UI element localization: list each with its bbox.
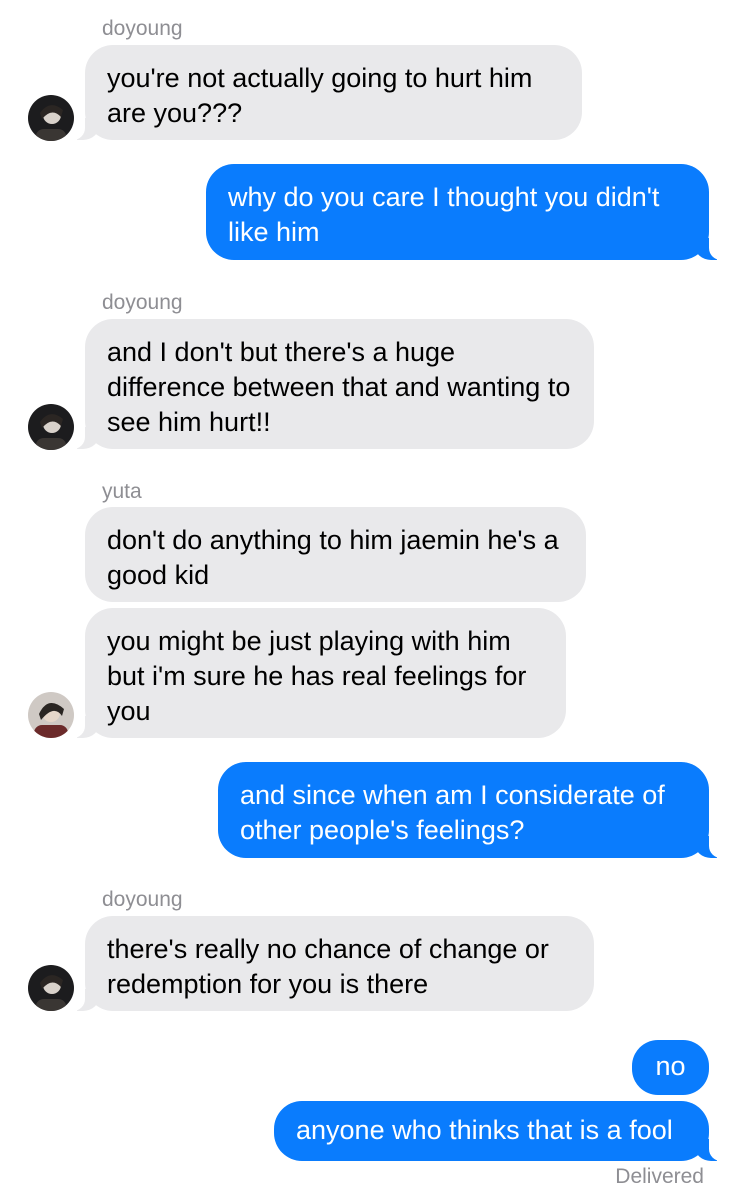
- message-bubble-incoming[interactable]: you're not actually going to hurt him ar…: [67, 45, 582, 140]
- message-bubble-incoming[interactable]: you might be just playing with him but i…: [67, 608, 566, 738]
- message-bubble-outgoing[interactable]: anyone who thinks that is a fool: [274, 1101, 727, 1161]
- message-text: anyone who thinks that is a fool: [296, 1115, 673, 1145]
- message-text: don't do anything to him jaemin he's a g…: [107, 525, 559, 590]
- message-text: no: [655, 1051, 686, 1081]
- doyoung-avatar-icon[interactable]: [28, 404, 74, 450]
- doyoung-avatar-icon[interactable]: [28, 95, 74, 141]
- message-bubble-incoming[interactable]: and I don't but there's a huge differenc…: [67, 319, 594, 449]
- message-text: and since when am I considerate of other…: [240, 780, 665, 845]
- message-bubble-outgoing[interactable]: why do you care I thought you didn't lik…: [206, 164, 727, 260]
- message-text: why do you care I thought you didn't lik…: [228, 182, 660, 247]
- message-bubble-outgoing[interactable]: and since when am I considerate of other…: [218, 762, 727, 858]
- sender-name-doyoung: doyoung: [102, 291, 183, 314]
- message-text: and I don't but there's a huge differenc…: [107, 337, 571, 437]
- message-bubble-outgoing[interactable]: no: [632, 1040, 709, 1095]
- sender-name-yuta: yuta: [102, 480, 142, 503]
- sender-name-doyoung: doyoung: [102, 888, 183, 911]
- message-bubble-incoming[interactable]: there's really no chance of change or re…: [67, 916, 594, 1011]
- message-text: you might be just playing with him but i…: [107, 626, 527, 726]
- delivered-status: Delivered: [615, 1165, 704, 1188]
- message-text: you're not actually going to hurt him ar…: [107, 63, 533, 128]
- message-text: there's really no chance of change or re…: [107, 934, 549, 999]
- message-bubble-incoming[interactable]: don't do anything to him jaemin he's a g…: [85, 507, 586, 602]
- doyoung-avatar-icon[interactable]: [28, 965, 74, 1011]
- yuta-avatar-icon[interactable]: [28, 692, 74, 738]
- sender-name-doyoung: doyoung: [102, 17, 183, 40]
